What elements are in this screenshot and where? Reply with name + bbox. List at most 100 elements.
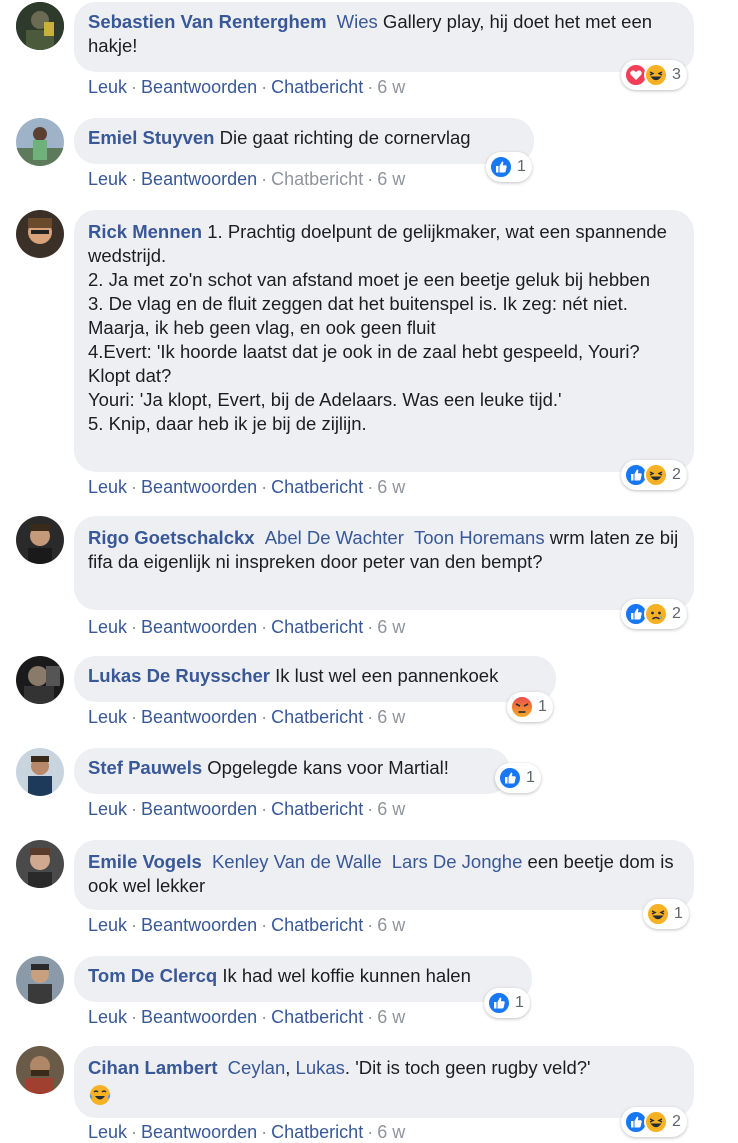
timestamp[interactable]: 6 w	[377, 169, 405, 189]
reaction-count: 1	[515, 994, 524, 1011]
reaction-summary[interactable]: 1	[507, 692, 553, 722]
timestamp[interactable]: 6 w	[377, 77, 405, 97]
like-link[interactable]: Leuk	[88, 707, 127, 727]
comment-actions: Leuk · Beantwoorden · Chatbericht · 6 w	[88, 477, 405, 498]
separator: ·	[367, 1007, 374, 1027]
comment-author[interactable]: Tom De Clercq	[88, 965, 217, 986]
separator: ·	[367, 77, 374, 97]
chat-link[interactable]: Chatbericht	[271, 477, 363, 497]
avatar[interactable]	[16, 118, 64, 166]
timestamp[interactable]: 6 w	[377, 477, 405, 497]
haha-icon	[646, 902, 670, 926]
reaction-summary[interactable]: 1	[495, 763, 541, 793]
comment-line: Youri: 'Ja klopt, Evert, bij de Adelaars…	[88, 389, 562, 410]
reply-link[interactable]: Beantwoorden	[141, 169, 257, 189]
reply-link[interactable]: Beantwoorden	[141, 1007, 257, 1027]
reaction-summary[interactable]: 3	[621, 60, 687, 90]
comment-line: 3. De vlag en de fluit zeggen dat het bu…	[88, 293, 628, 338]
timestamp[interactable]: 6 w	[377, 1007, 405, 1027]
avatar[interactable]	[16, 656, 64, 704]
reply-link[interactable]: Beantwoorden	[141, 799, 257, 819]
reaction-summary[interactable]: 1	[486, 152, 532, 182]
like-link[interactable]: Leuk	[88, 1007, 127, 1027]
comment-text: Ik lust wel een pannenkoek	[270, 665, 499, 686]
reply-link[interactable]: Beantwoorden	[141, 617, 257, 637]
comment-author[interactable]: Stef Pauwels	[88, 757, 202, 778]
chat-link[interactable]: Chatbericht	[271, 1122, 363, 1142]
reply-link[interactable]: Beantwoorden	[141, 477, 257, 497]
mention[interactable]: Toon Horemans	[414, 527, 545, 548]
avatar[interactable]	[16, 516, 64, 564]
avatar[interactable]	[16, 956, 64, 1004]
like-link[interactable]: Leuk	[88, 1122, 127, 1142]
angry-icon	[510, 695, 534, 719]
separator: ·	[261, 1122, 268, 1142]
mention[interactable]: Wies	[337, 11, 378, 32]
chat-link[interactable]: Chatbericht	[271, 707, 363, 727]
chat-link[interactable]: Chatbericht	[271, 169, 363, 189]
mention[interactable]: Abel De Wachter	[265, 527, 404, 548]
comment-author[interactable]: Rigo Goetschalckx	[88, 527, 255, 548]
reaction-summary[interactable]: 2	[621, 599, 687, 629]
chat-link[interactable]: Chatbericht	[271, 799, 363, 819]
separator: ·	[261, 477, 268, 497]
like-icon	[487, 991, 511, 1015]
reaction-summary[interactable]: 2	[621, 460, 687, 490]
like-link[interactable]: Leuk	[88, 169, 127, 189]
like-link[interactable]: Leuk	[88, 77, 127, 97]
comment-author[interactable]: Sebastien Van Renterghem	[88, 11, 327, 32]
like-icon	[498, 766, 522, 790]
chat-link[interactable]: Chatbericht	[271, 915, 363, 935]
timestamp[interactable]: 6 w	[377, 915, 405, 935]
mention[interactable]: Ceylan	[228, 1057, 286, 1078]
comment-author[interactable]: Emiel Stuyven	[88, 127, 214, 148]
avatar[interactable]	[16, 210, 64, 258]
comment-author[interactable]: Lukas De Ruysscher	[88, 665, 270, 686]
timestamp[interactable]: 6 w	[377, 799, 405, 819]
comment-author[interactable]: Emile Vogels	[88, 851, 202, 872]
like-link[interactable]: Leuk	[88, 799, 127, 819]
comment-actions: Leuk · Beantwoorden · Chatbericht · 6 w	[88, 77, 405, 98]
mention[interactable]: Lukas	[296, 1057, 345, 1078]
separator: ·	[261, 915, 268, 935]
chat-link[interactable]: Chatbericht	[271, 617, 363, 637]
haha-icon	[644, 63, 668, 87]
reaction-summary[interactable]: 1	[484, 988, 530, 1018]
comment-bubble: Rigo Goetschalckx Abel De Wachter Toon H…	[74, 516, 694, 610]
avatar[interactable]	[16, 1046, 64, 1094]
reaction-count: 1	[526, 769, 535, 786]
avatar[interactable]	[16, 2, 64, 50]
like-link[interactable]: Leuk	[88, 477, 127, 497]
chat-link[interactable]: Chatbericht	[271, 1007, 363, 1027]
timestamp[interactable]: 6 w	[377, 707, 405, 727]
haha-icon	[644, 463, 668, 487]
mention[interactable]: Kenley Van de Walle	[212, 851, 382, 872]
avatar[interactable]	[16, 840, 64, 888]
like-link[interactable]: Leuk	[88, 617, 127, 637]
reaction-summary[interactable]: 2	[621, 1107, 687, 1137]
separator: ·	[131, 477, 138, 497]
timestamp[interactable]: 6 w	[377, 617, 405, 637]
separator: ·	[261, 169, 268, 189]
mention[interactable]: Lars De Jonghe	[392, 851, 523, 872]
like-link[interactable]: Leuk	[88, 915, 127, 935]
chat-link[interactable]: Chatbericht	[271, 77, 363, 97]
reaction-summary[interactable]: 1	[643, 899, 689, 929]
timestamp[interactable]: 6 w	[377, 1122, 405, 1142]
separator: ·	[367, 1122, 374, 1142]
reply-link[interactable]: Beantwoorden	[141, 77, 257, 97]
reaction-count: 2	[672, 605, 681, 622]
separator: ·	[261, 799, 268, 819]
separator: ·	[367, 169, 374, 189]
reaction-count: 1	[674, 905, 683, 922]
comment-actions: Leuk · Beantwoorden · Chatbericht · 6 w	[88, 169, 405, 190]
comment-line: 2. Ja met zo'n schot van afstand moet je…	[88, 269, 650, 290]
avatar[interactable]	[16, 748, 64, 796]
comment-text: Die gaat richting de cornervlag	[214, 127, 471, 148]
sad-icon	[644, 602, 668, 626]
comment-author[interactable]: Rick Mennen	[88, 221, 202, 242]
reply-link[interactable]: Beantwoorden	[141, 707, 257, 727]
comment-author[interactable]: Cihan Lambert	[88, 1057, 218, 1078]
reply-link[interactable]: Beantwoorden	[141, 915, 257, 935]
reply-link[interactable]: Beantwoorden	[141, 1122, 257, 1142]
